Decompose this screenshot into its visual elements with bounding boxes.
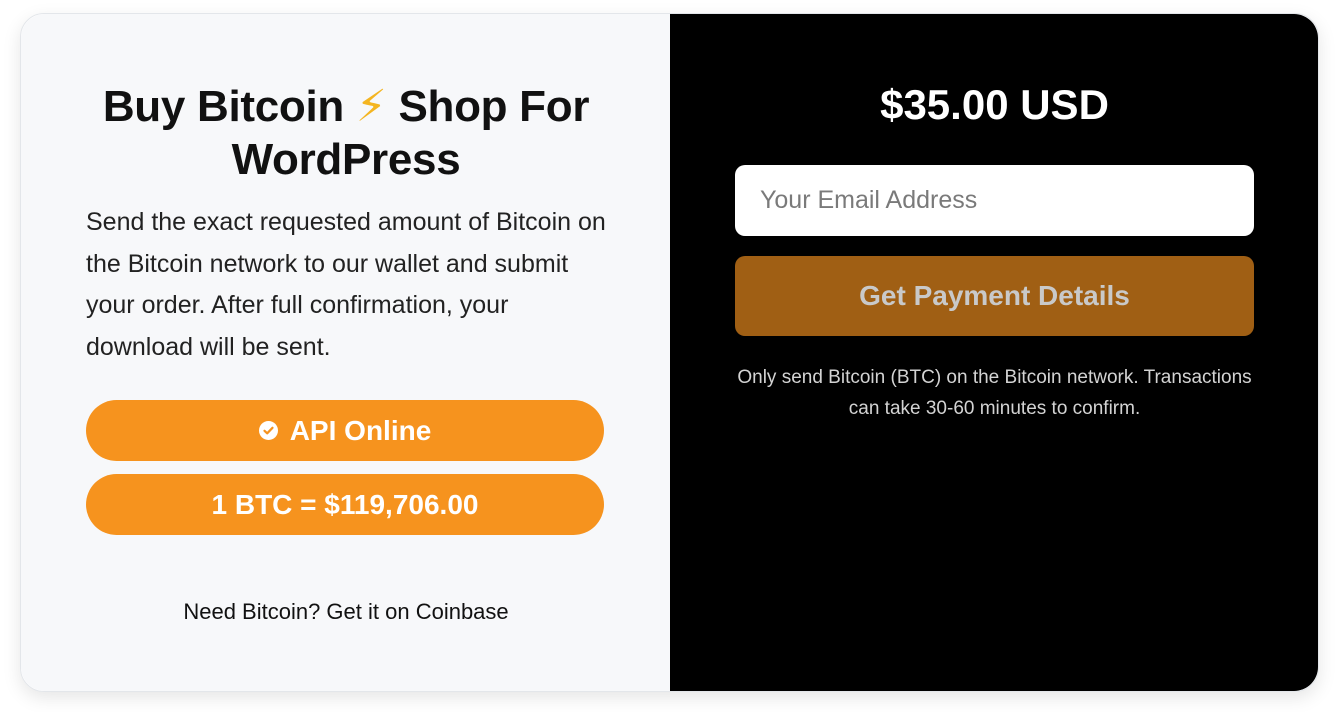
price-label: $35.00 USD [880,81,1109,128]
title-part-1: Buy Bitcoin [102,82,344,131]
btc-rate-badge: 1 BTC = $119,706.00 [86,474,604,535]
payment-panel: $35.00 USD Get Payment Details Only send… [670,14,1318,691]
lightning-bolt-icon: ⚡ [355,82,387,131]
product-description: Send the exact requested amount of Bitco… [86,208,606,361]
get-payment-details-button[interactable]: Get Payment Details [735,256,1254,336]
api-status-badge: API Online [86,400,604,461]
product-panel: Buy Bitcoin ⚡ Shop For WordPress Send th… [21,14,670,691]
checkout-card: Buy Bitcoin ⚡ Shop For WordPress Send th… [20,13,1319,692]
coinbase-link[interactable]: Need Bitcoin? Get it on Coinbase [21,599,671,625]
product-title: Buy Bitcoin ⚡ Shop For WordPress [81,80,611,186]
api-status-label: API Online [289,414,432,446]
btc-rate-label: 1 BTC = $119,706.00 [211,488,479,520]
email-input[interactable] [735,165,1254,236]
check-circle-icon [258,421,278,440]
payment-note: Only send Bitcoin (BTC) on the Bitcoin n… [737,367,1252,419]
